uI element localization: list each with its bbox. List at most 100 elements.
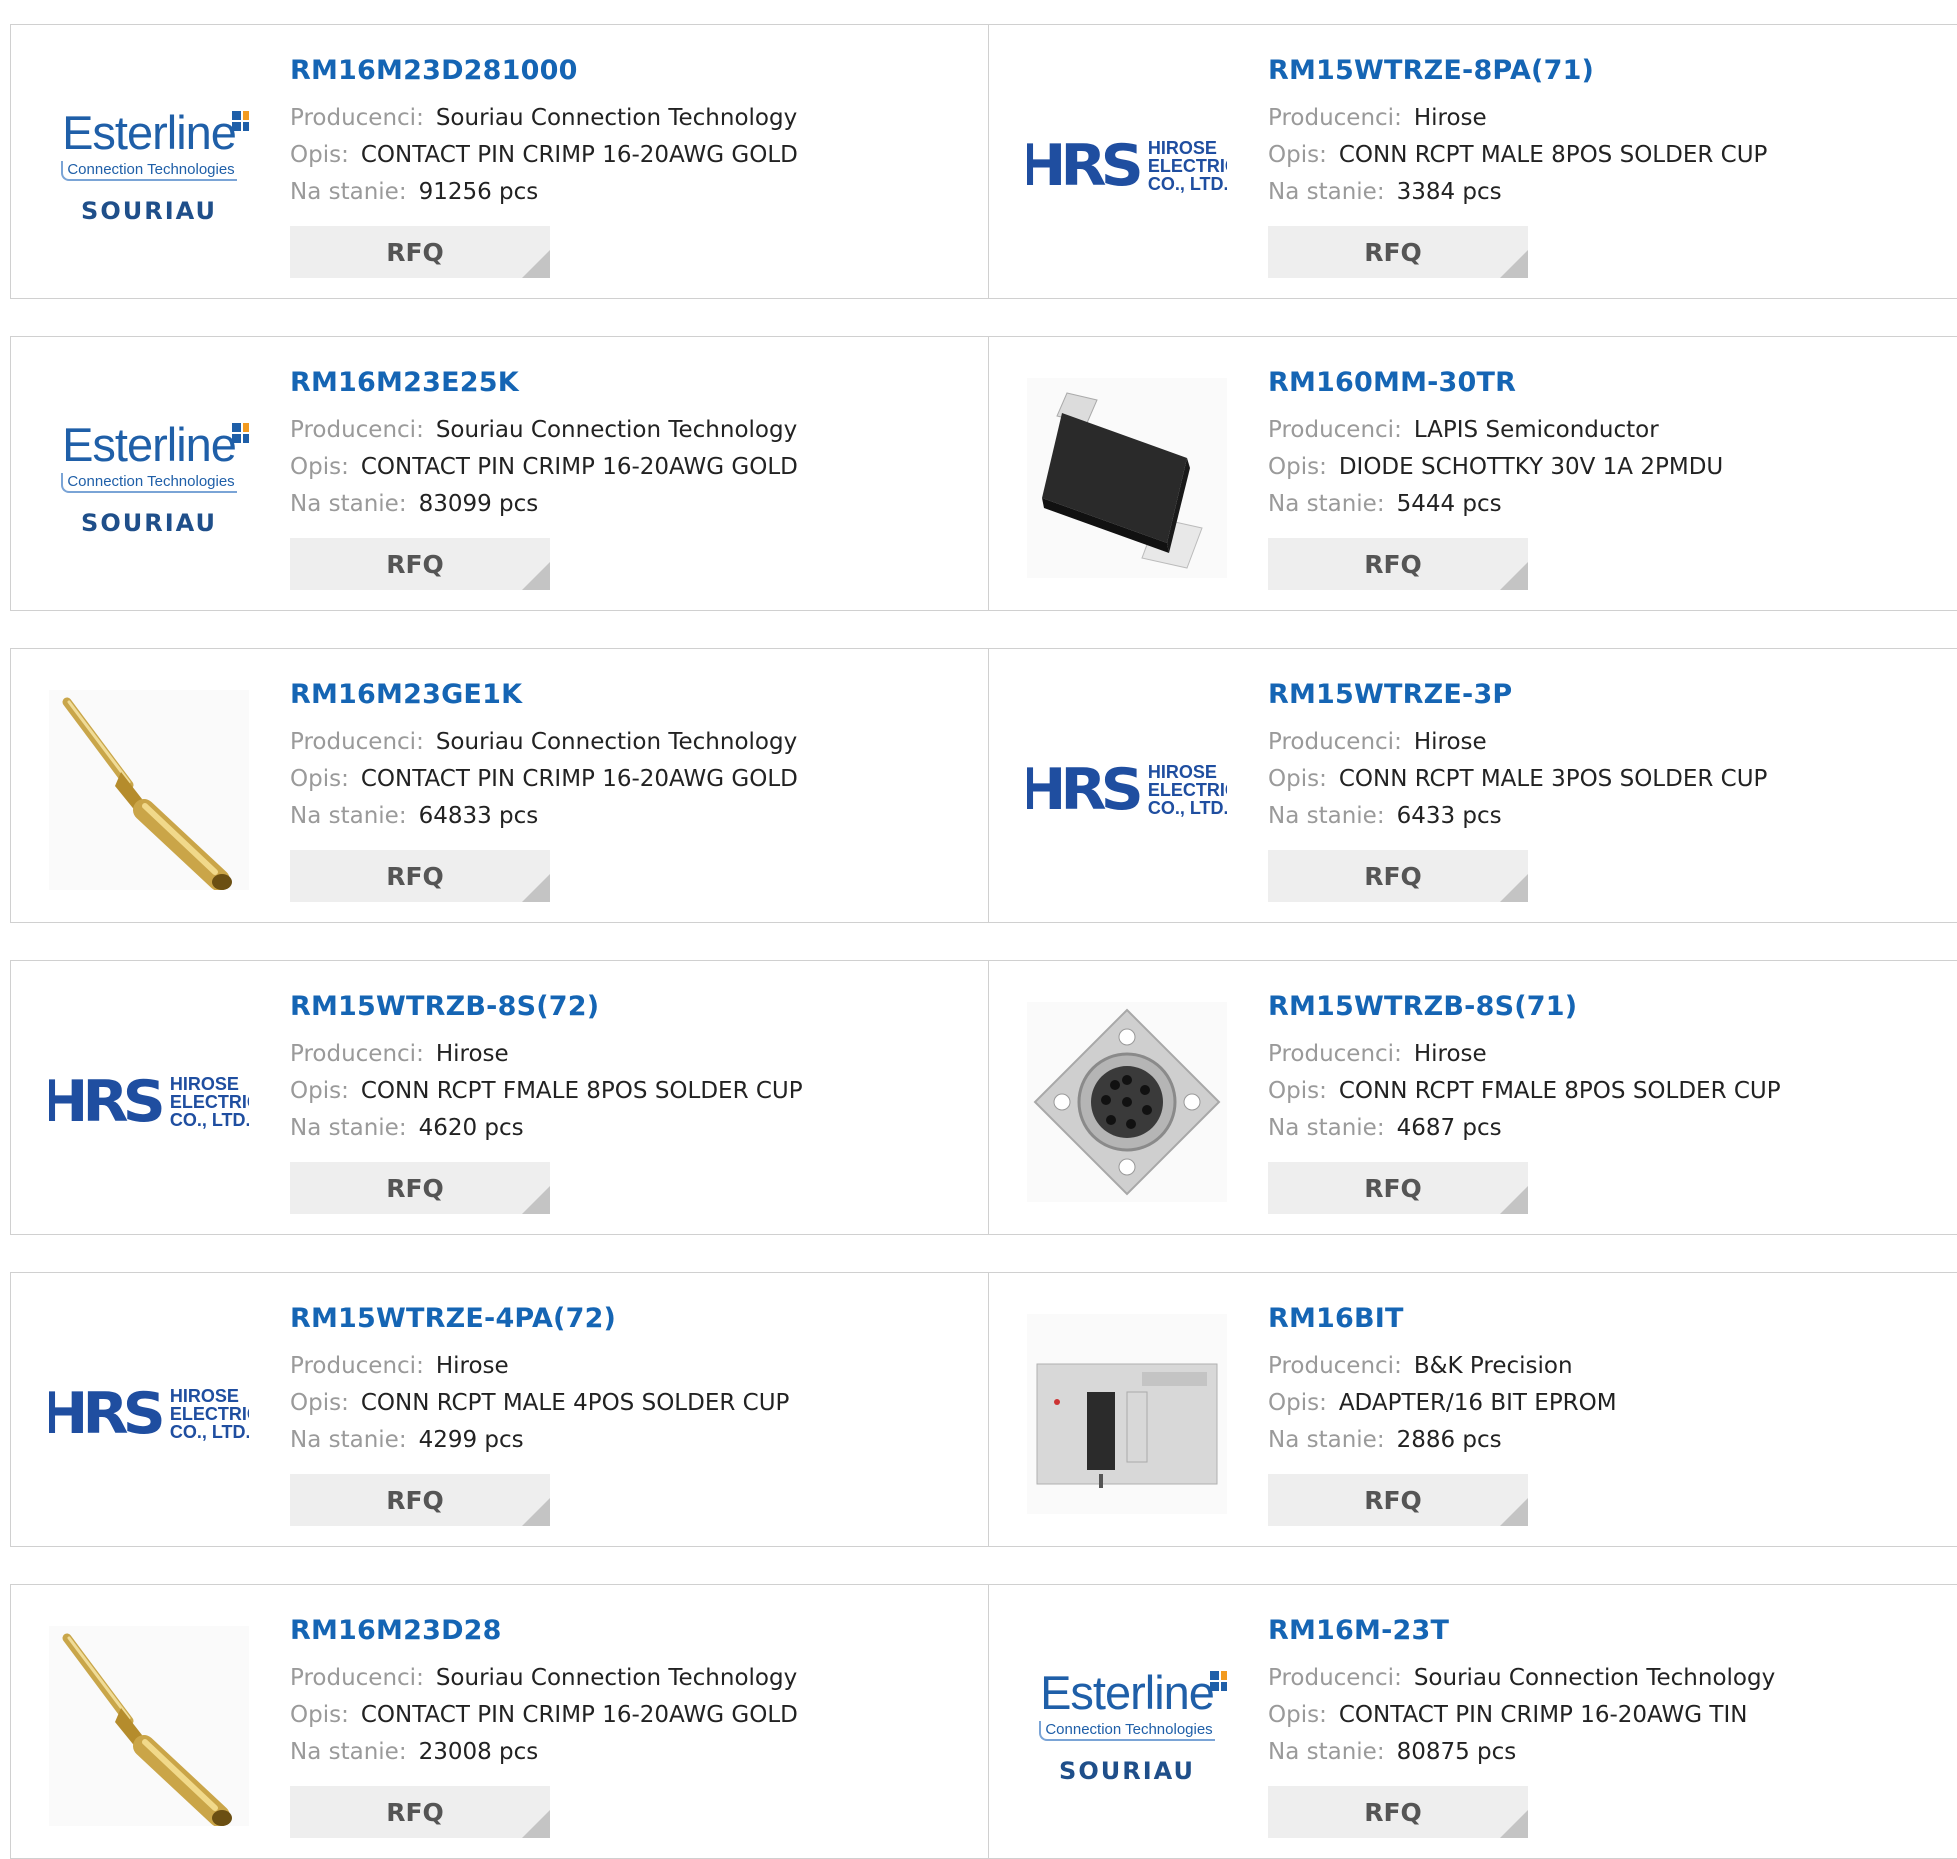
- circular-connector-photo: [1027, 1002, 1227, 1202]
- description-line: Opis: CONTACT PIN CRIMP 16-20AWG TIN: [1268, 1697, 1775, 1734]
- product-image[interactable]: HRS HIROSEELECTRICCO., LTD.: [49, 1002, 249, 1202]
- rfq-button[interactable]: RFQ: [1268, 1474, 1528, 1526]
- stock-value: 4299 pcs: [418, 1427, 524, 1453]
- esterline-souriau-logo: Esterline Connection Technologies SOURIA…: [49, 107, 249, 225]
- description-label: Opis:: [290, 1390, 349, 1416]
- product-row: Esterline Connection Technologies SOURIA…: [10, 336, 1957, 611]
- product-image[interactable]: HRS HIROSEELECTRICCO., LTD.: [1027, 690, 1227, 890]
- rfq-button[interactable]: RFQ: [290, 1786, 550, 1838]
- rfq-button[interactable]: RFQ: [290, 538, 550, 590]
- manufacturer-label: Producenci:: [1268, 1353, 1402, 1379]
- product-info: RM16M23D28 Producenci: Souriau Connection …: [290, 1615, 798, 1771]
- stock-line: Na stanie: 23008 pcs: [290, 1734, 798, 1771]
- stock-label: Na stanie:: [1268, 491, 1385, 517]
- product-card: RM160MM-30TR Producenci: LAPIS Semiconduct…: [988, 337, 1957, 610]
- description-line: Opis: CONN RCPT MALE 8POS SOLDER CUP: [1268, 137, 1767, 174]
- part-number-link[interactable]: RM15WTRZE-3P: [1268, 679, 1767, 710]
- product-image[interactable]: [49, 1626, 249, 1826]
- part-number-link[interactable]: RM15WTRZB-8S(71): [1268, 991, 1781, 1022]
- product-card: RM16M23D28 Producenci: Souriau Connection …: [10, 1585, 988, 1858]
- part-number-link[interactable]: RM16M23E25K: [290, 367, 798, 398]
- description-value: CONTACT PIN CRIMP 16-20AWG GOLD: [360, 1702, 798, 1728]
- stock-label: Na stanie:: [1268, 1115, 1385, 1141]
- stock-line: Na stanie: 4299 pcs: [290, 1422, 789, 1459]
- rfq-button[interactable]: RFQ: [1268, 1162, 1528, 1214]
- part-number-link[interactable]: RM16M23GE1K: [290, 679, 798, 710]
- description-value: CONN RCPT MALE 3POS SOLDER CUP: [1338, 766, 1768, 792]
- product-info: RM15WTRZB-8S(72) Producenci: Hirose Opis: CO…: [290, 991, 803, 1147]
- diode-photo: [1027, 378, 1227, 578]
- product-info: RM16M-23T Producenci: Souriau Connection T…: [1268, 1615, 1775, 1771]
- manufacturer-line: Producenci: Hirose: [1268, 100, 1767, 137]
- part-number-link[interactable]: RM15WTRZE-4PA(72): [290, 1303, 789, 1334]
- product-row: RM16M23D28 Producenci: Souriau Connection …: [10, 1584, 1957, 1859]
- stock-label: Na stanie:: [290, 179, 407, 205]
- product-card: RM16M23GE1K Producenci: Souriau Connection…: [10, 649, 988, 922]
- description-label: Opis:: [1268, 1390, 1327, 1416]
- rfq-button[interactable]: RFQ: [1268, 1786, 1528, 1838]
- product-card: Esterline Connection Technologies SOURIA…: [10, 25, 988, 298]
- description-line: Opis: CONN RCPT MALE 4POS SOLDER CUP: [290, 1385, 789, 1422]
- description-value: ADAPTER/16 BIT EPROM: [1338, 1390, 1617, 1416]
- rfq-button[interactable]: RFQ: [1268, 850, 1528, 902]
- stock-line: Na stanie: 5444 pcs: [1268, 486, 1723, 523]
- product-image[interactable]: HRS HIROSEELECTRICCO., LTD.: [1027, 66, 1227, 266]
- stock-label: Na stanie:: [290, 491, 407, 517]
- part-number-link[interactable]: RM16M23D281000: [290, 55, 798, 86]
- product-info: RM16M23D281000 Producenci: Souriau Connect…: [290, 55, 798, 211]
- description-line: Opis: CONN RCPT FMALE 8POS SOLDER CUP: [290, 1073, 803, 1110]
- part-number-link[interactable]: RM15WTRZB-8S(72): [290, 991, 803, 1022]
- product-card: Esterline Connection Technologies SOURIA…: [10, 337, 988, 610]
- part-number-link[interactable]: RM160MM-30TR: [1268, 367, 1723, 398]
- product-image[interactable]: Esterline Connection Technologies SOURIA…: [49, 378, 249, 578]
- product-info: RM15WTRZB-8S(71) Producenci: Hirose Opis: CO…: [1268, 991, 1781, 1147]
- product-image[interactable]: Esterline Connection Technologies SOURIA…: [1027, 1626, 1227, 1826]
- rfq-label: RFQ: [1364, 549, 1422, 579]
- stock-line: Na stanie: 91256 pcs: [290, 174, 798, 211]
- part-number-link[interactable]: RM16BIT: [1268, 1303, 1617, 1334]
- rfq-button[interactable]: RFQ: [290, 226, 550, 278]
- rfq-button[interactable]: RFQ: [1268, 226, 1528, 278]
- description-line: Opis: DIODE SCHOTTKY 30V 1A 2PMDU: [1268, 449, 1723, 486]
- description-label: Opis:: [290, 454, 349, 480]
- manufacturer-label: Producenci:: [290, 1041, 424, 1067]
- description-value: CONTACT PIN CRIMP 16-20AWG GOLD: [360, 766, 798, 792]
- rfq-label: RFQ: [386, 549, 444, 579]
- rfq-button[interactable]: RFQ: [290, 1162, 550, 1214]
- description-value: CONN RCPT FMALE 8POS SOLDER CUP: [1338, 1078, 1781, 1104]
- description-label: Opis:: [290, 142, 349, 168]
- product-image[interactable]: [1027, 1314, 1227, 1514]
- part-number-link[interactable]: RM16M23D28: [290, 1615, 798, 1646]
- part-number-link[interactable]: RM16M-23T: [1268, 1615, 1775, 1646]
- product-image[interactable]: [49, 690, 249, 890]
- stock-label: Na stanie:: [290, 1427, 407, 1453]
- description-label: Opis:: [290, 1078, 349, 1104]
- esterline-souriau-logo: Esterline Connection Technologies SOURIA…: [1027, 1667, 1227, 1785]
- manufacturer-label: Producenci:: [1268, 1041, 1402, 1067]
- product-card: RM16BIT Producenci: B&K Precision Opis: ADAP…: [988, 1273, 1957, 1546]
- rfq-label: RFQ: [386, 1173, 444, 1203]
- rfq-button[interactable]: RFQ: [1268, 538, 1528, 590]
- product-info: RM16M23GE1K Producenci: Souriau Connection…: [290, 679, 798, 835]
- stock-label: Na stanie:: [290, 1739, 407, 1765]
- manufacturer-line: Producenci: Hirose: [1268, 1036, 1781, 1073]
- manufacturer-value: Hirose: [1413, 105, 1487, 131]
- product-image[interactable]: [1027, 1002, 1227, 1202]
- description-label: Opis:: [290, 1702, 349, 1728]
- product-info: RM15WTRZE-3P Producenci: Hirose Opis: CONN R…: [1268, 679, 1767, 835]
- stock-label: Na stanie:: [290, 1115, 407, 1141]
- part-number-link[interactable]: RM15WTRZE-8PA(71): [1268, 55, 1767, 86]
- manufacturer-line: Producenci: Hirose: [1268, 724, 1767, 761]
- description-line: Opis: CONN RCPT MALE 3POS SOLDER CUP: [1268, 761, 1767, 798]
- product-image[interactable]: Esterline Connection Technologies SOURIA…: [49, 66, 249, 266]
- corner-triangle-icon: [522, 1810, 550, 1838]
- manufacturer-line: Producenci: Souriau Connection Technology: [290, 724, 798, 761]
- product-card: RM15WTRZB-8S(71) Producenci: Hirose Opis: CO…: [988, 961, 1957, 1234]
- rfq-button[interactable]: RFQ: [290, 1474, 550, 1526]
- description-value: CONTACT PIN CRIMP 16-20AWG GOLD: [360, 454, 798, 480]
- product-image[interactable]: [1027, 378, 1227, 578]
- manufacturer-value: Souriau Connection Technology: [1413, 1665, 1776, 1691]
- rfq-button[interactable]: RFQ: [290, 850, 550, 902]
- product-image[interactable]: HRS HIROSEELECTRICCO., LTD.: [49, 1314, 249, 1514]
- manufacturer-label: Producenci:: [290, 1665, 424, 1691]
